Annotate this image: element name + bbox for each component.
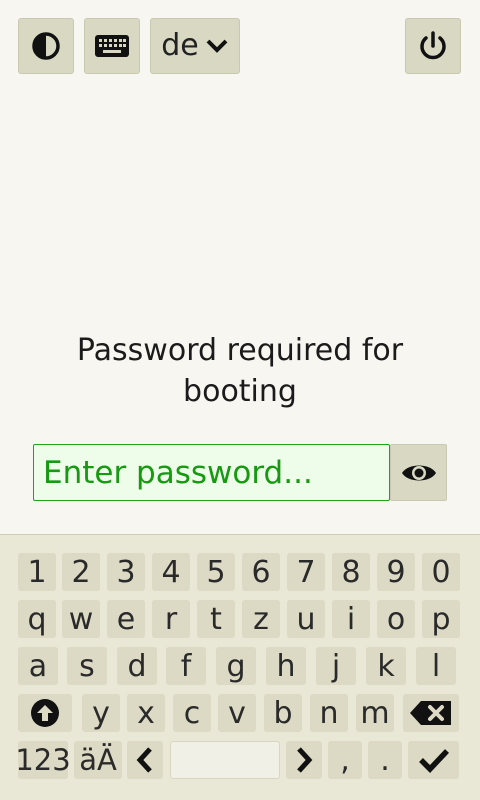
key-i[interactable]: i	[332, 600, 370, 638]
period-key[interactable]: .	[368, 741, 402, 779]
keyboard-icon	[94, 34, 130, 58]
power-button[interactable]	[405, 18, 461, 74]
power-icon	[417, 30, 449, 62]
checkmark-icon	[418, 747, 450, 773]
umlaut-key[interactable]: äÄ	[74, 741, 122, 779]
key-6[interactable]: 6	[242, 553, 280, 591]
eye-icon	[400, 460, 438, 486]
key-g[interactable]: g	[216, 647, 256, 685]
reveal-password-button[interactable]	[390, 444, 447, 501]
mode-123-key[interactable]: 123	[15, 741, 71, 779]
key-m[interactable]: m	[356, 694, 394, 732]
key-0[interactable]: 0	[422, 553, 460, 591]
key-8[interactable]: 8	[332, 553, 370, 591]
shift-arrow-up-icon	[30, 698, 60, 728]
chevron-left-icon	[136, 746, 154, 774]
key-r[interactable]: r	[152, 600, 190, 638]
theme-toggle-button[interactable]	[18, 18, 74, 74]
keyboard-row-controls: 123 äÄ , .	[0, 741, 480, 779]
keyboard-row-digits: 1 2 3 4 5 6 7 8 9 0	[0, 553, 480, 591]
key-5[interactable]: 5	[197, 553, 235, 591]
key-3[interactable]: 3	[107, 553, 145, 591]
key-s[interactable]: s	[67, 647, 107, 685]
key-f[interactable]: f	[166, 647, 206, 685]
comma-key[interactable]: ,	[328, 741, 362, 779]
key-2[interactable]: 2	[62, 553, 100, 591]
chevron-down-icon	[205, 38, 229, 54]
language-select[interactable]: de	[150, 18, 240, 74]
backspace-key[interactable]	[403, 694, 459, 732]
key-p[interactable]: p	[422, 600, 460, 638]
key-w[interactable]: w	[62, 600, 100, 638]
key-o[interactable]: o	[377, 600, 415, 638]
key-l[interactable]: l	[416, 647, 456, 685]
password-field[interactable]	[33, 444, 390, 501]
key-n[interactable]: n	[310, 694, 348, 732]
backspace-icon	[409, 700, 453, 726]
keyboard-toggle-button[interactable]	[84, 18, 140, 74]
key-d[interactable]: d	[117, 647, 157, 685]
key-j[interactable]: j	[316, 647, 356, 685]
cursor-right-key[interactable]	[286, 741, 322, 779]
password-input[interactable]	[41, 453, 389, 492]
keyboard-row-bottom-letters: y x c v b n m	[0, 694, 480, 732]
chevron-right-icon	[295, 746, 313, 774]
key-7[interactable]: 7	[287, 553, 325, 591]
title-line-1: Password required for	[76, 333, 404, 368]
language-label: de	[161, 28, 199, 63]
key-k[interactable]: k	[366, 647, 406, 685]
password-prompt-title: Password required for booting	[0, 330, 480, 412]
keyboard-row-top-letters: q w e r t z u i o p	[0, 600, 480, 638]
keyboard-row-middle-letters: a s d f g h j k l	[0, 647, 480, 685]
space-key[interactable]	[170, 741, 280, 779]
key-a[interactable]: a	[18, 647, 58, 685]
key-c[interactable]: c	[173, 694, 211, 732]
shift-key[interactable]	[18, 694, 72, 732]
key-4[interactable]: 4	[152, 553, 190, 591]
key-b[interactable]: b	[264, 694, 302, 732]
contrast-icon	[31, 31, 61, 61]
title-line-2: booting	[183, 374, 297, 409]
key-1[interactable]: 1	[18, 553, 56, 591]
key-u[interactable]: u	[287, 600, 325, 638]
cursor-left-key[interactable]	[127, 741, 163, 779]
key-x[interactable]: x	[127, 694, 165, 732]
key-e[interactable]: e	[107, 600, 145, 638]
key-h[interactable]: h	[266, 647, 306, 685]
enter-key[interactable]	[408, 741, 459, 779]
on-screen-keyboard: 1 2 3 4 5 6 7 8 9 0 q w e r t z u i o p …	[0, 534, 480, 800]
key-v[interactable]: v	[218, 694, 256, 732]
key-z[interactable]: z	[242, 600, 280, 638]
key-q[interactable]: q	[18, 600, 56, 638]
key-t[interactable]: t	[197, 600, 235, 638]
key-y[interactable]: y	[82, 694, 120, 732]
key-9[interactable]: 9	[377, 553, 415, 591]
